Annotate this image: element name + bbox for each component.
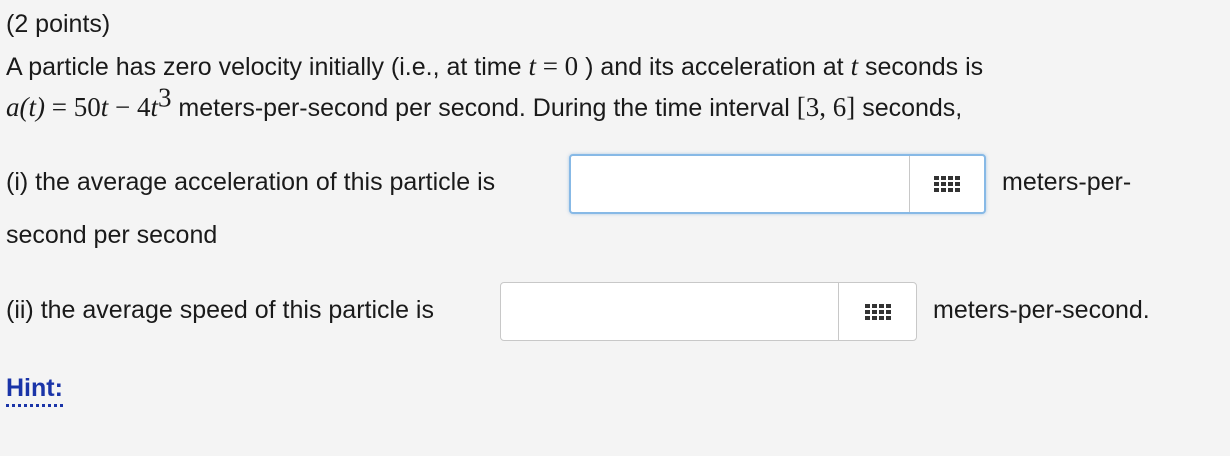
part2-answer-box xyxy=(500,282,917,341)
keypad-grid-icon xyxy=(934,176,960,192)
part1-unit-a: meters-per- xyxy=(1002,168,1132,196)
problem-line-2: a(t) = 50t − 4t3 meters-per-second per s… xyxy=(6,82,963,122)
keypad-grid-icon xyxy=(864,303,891,320)
part1-answer-box xyxy=(569,154,986,214)
part1-answer-input[interactable] xyxy=(571,156,909,212)
part2-unit: meters-per-second. xyxy=(933,296,1150,324)
part2-label: (ii) the average speed of this particle … xyxy=(6,296,434,324)
part1-unit-b: second per second xyxy=(6,221,218,249)
part2-keypad-button[interactable] xyxy=(839,283,916,340)
points-label: (2 points) xyxy=(6,10,111,38)
problem-page: (2 points) A particle has zero velocity … xyxy=(0,0,1230,456)
part1-label: (i) the average acceleration of this par… xyxy=(6,168,496,196)
problem-line-1: A particle has zero velocity initially (… xyxy=(6,51,984,81)
part2-answer-input[interactable] xyxy=(501,283,838,340)
part1-keypad-button[interactable] xyxy=(910,156,984,212)
hint-link[interactable]: Hint: xyxy=(6,372,63,407)
